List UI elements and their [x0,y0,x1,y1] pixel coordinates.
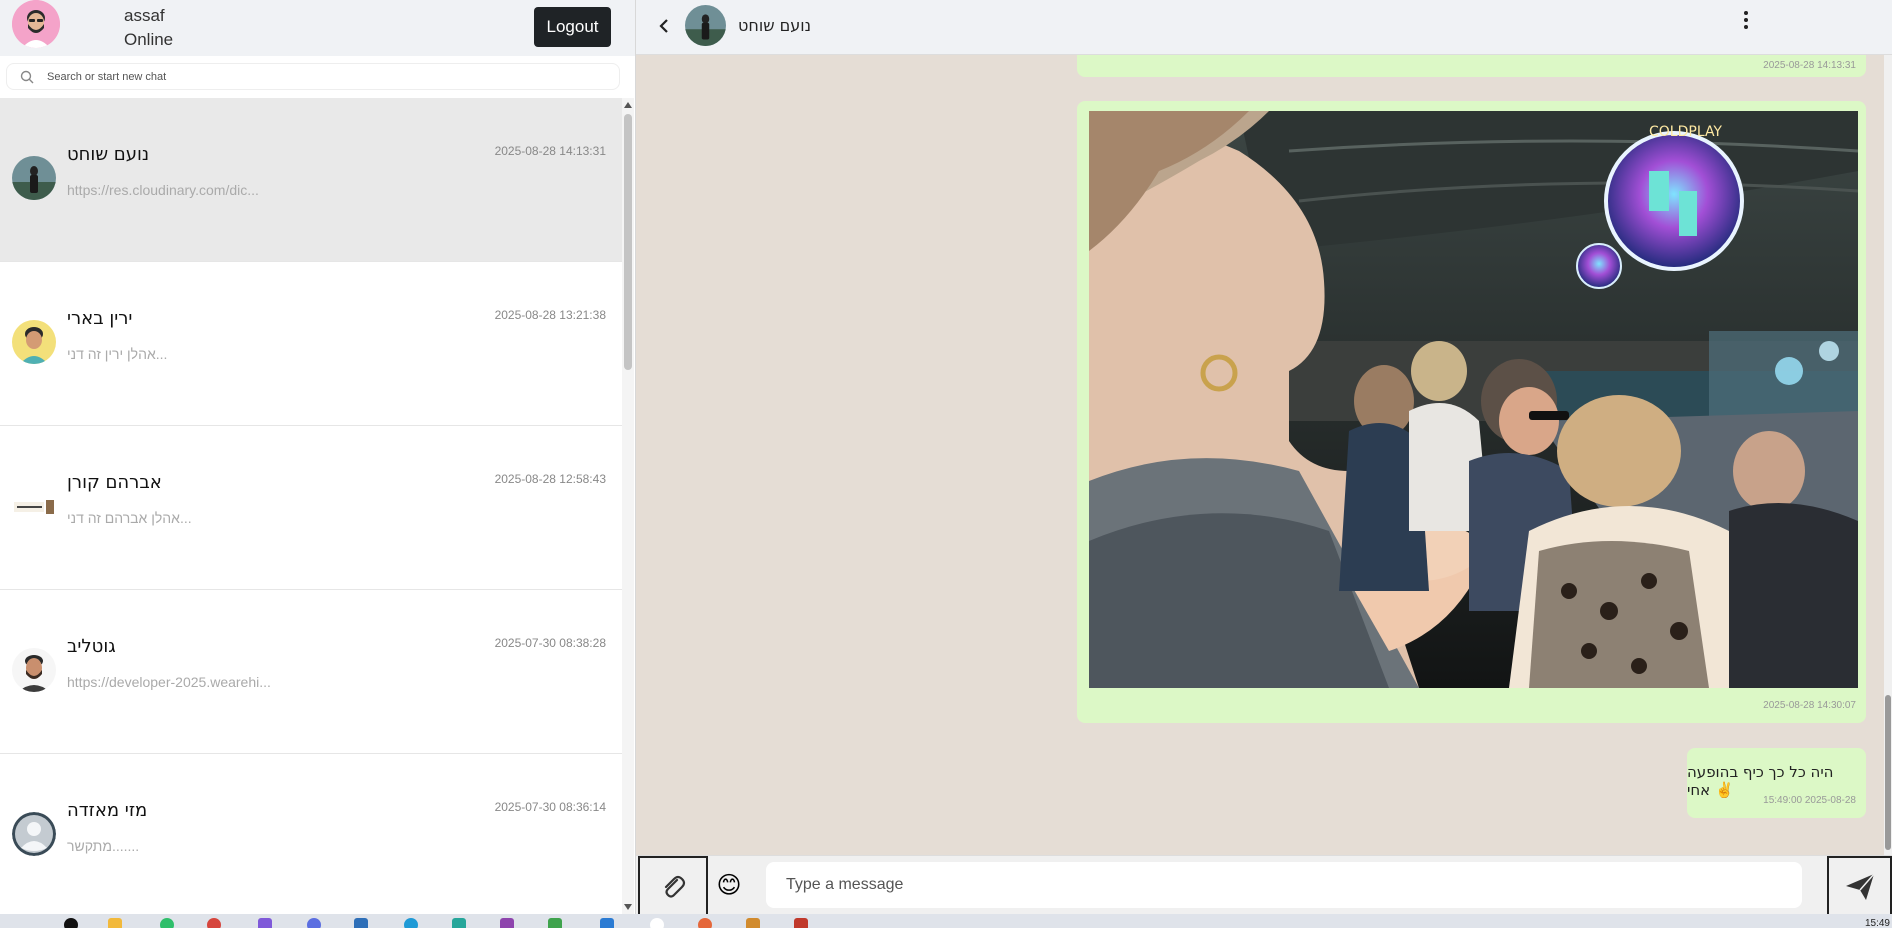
more-options-icon[interactable] [1734,6,1758,34]
svg-text:COLDPLAY: COLDPLAY [1649,124,1722,140]
chat-app: assaf Online Logout Search or start new … [0,0,1892,917]
chat-list-item[interactable]: גוטליב 2025-07-30 08:38:28 https://devel… [0,590,622,754]
chat-list-item[interactable]: מזי מאזדה 2025-07-30 08:36:14 מתקשר.....… [0,754,622,914]
contact-name: נועם שוחט [738,16,812,35]
taskbar-app-icon[interactable] [404,918,418,928]
scroll-up-arrow[interactable] [624,102,632,108]
taskbar-clock: 15:49 [1864,918,1890,928]
taskbar-app-icon[interactable] [650,918,664,928]
message-bubble: 2025-08-28 14:13:31 [1077,55,1866,77]
message-time: 15:49:00 2025-08-28 [1763,795,1856,806]
chat-preview: מתקשר....... [67,838,140,854]
message-image[interactable]: COLDPLAY [1089,111,1858,688]
message-composer: 😊 [636,855,1892,917]
chat-name: אברהם קורן [67,472,162,493]
taskbar-app-icon[interactable] [307,918,321,928]
chat-time: 2025-07-30 08:38:28 [494,636,606,650]
taskbar-app-icon[interactable] [500,918,514,928]
taskbar-app-icon[interactable] [548,918,562,928]
message-bubble: COLDPLAY 2025-08-28 14:30:07 [1077,101,1866,723]
chat-list-scrollbar[interactable] [622,98,634,914]
chat-preview: https://developer-2025.wearehi... [67,674,271,690]
chat-time: 2025-08-28 13:21:38 [494,308,606,322]
logout-button[interactable]: Logout [534,7,611,47]
avatar [12,156,56,200]
menu-dot [1744,25,1748,29]
avatar[interactable] [12,0,60,48]
chat-preview: אהלן אברהם זה דני... [67,510,192,526]
scroll-thumb[interactable] [624,114,632,370]
chat-time: 2025-08-28 12:58:43 [494,472,606,486]
send-icon [1845,873,1875,900]
os-taskbar: 15:49 [0,914,1892,928]
taskbar-app-icon[interactable] [746,918,760,928]
chat-list-item[interactable]: ירין בארי 2025-08-28 13:21:38 אהלן ירין … [0,262,622,426]
scroll-thumb[interactable] [1885,695,1891,850]
chat-name: גוטליב [67,636,116,657]
taskbar-app-icon[interactable] [698,918,712,928]
chat-time: 2025-08-28 14:13:31 [494,144,606,158]
search-input[interactable] [47,70,607,83]
chat-list: נועם שוחט 2025-08-28 14:13:31 https://re… [0,98,622,914]
taskbar-app-icon[interactable] [600,918,614,928]
chat-time: 2025-07-30 08:36:14 [494,800,606,814]
message-input[interactable] [766,862,1802,908]
search-icon [7,70,47,84]
sidebar: assaf Online Logout Search or start new … [0,0,636,914]
search-bar [6,63,620,90]
user-status: Online [124,30,174,49]
conversation-pane: נועם שוחט 2025-08-28 14:13:31 COLDPLAY 2… [636,0,1892,917]
avatar [12,320,56,364]
avatar [12,648,56,692]
taskbar-app-icon[interactable] [794,918,808,928]
message-time: 2025-08-28 14:30:07 [1763,700,1856,711]
taskbar-app-icon[interactable] [108,918,122,928]
menu-dot [1744,11,1748,15]
message-bubble: היה כל כך כיף בהופעה אחי ✌️ 15:49:00 202… [1687,748,1866,818]
avatar[interactable] [685,5,726,46]
back-button[interactable] [650,12,678,40]
message-list: 2025-08-28 14:13:31 COLDPLAY 2025-08-28 … [636,55,1892,855]
chat-name: ירין בארי [67,308,133,329]
scroll-down-arrow[interactable] [624,904,632,910]
chat-preview: https://res.cloudinary.com/dic... [67,182,259,198]
taskbar-app-icon[interactable] [160,918,174,928]
user-name: assaf [124,6,165,25]
chat-list-item[interactable]: אברהם קורן 2025-08-28 12:58:43 אהלן אברה… [0,426,622,590]
taskbar-app-icon[interactable] [64,918,78,928]
sidebar-header: assaf Online Logout [0,0,635,56]
conversation-header: נועם שוחט [636,0,1892,55]
menu-dot [1744,18,1748,22]
chat-list-item[interactable]: נועם שוחט 2025-08-28 14:13:31 https://re… [0,98,622,262]
avatar [12,812,56,856]
chevron-left-icon [659,19,668,33]
emoji-button[interactable]: 😊 [714,870,744,900]
taskbar-app-icon[interactable] [207,918,221,928]
send-button[interactable] [1827,856,1892,917]
avatar [12,484,56,528]
chat-preview: אהלן ירין זה דני... [67,346,168,362]
conversation-scrollbar[interactable] [1884,55,1892,855]
chat-name: מזי מאזדה [67,800,148,821]
paperclip-icon [664,875,686,898]
taskbar-app-icon[interactable] [452,918,466,928]
chat-name: נועם שוחט [67,144,150,165]
message-text: היה כל כך כיף בהופעה אחי ✌️ [1687,763,1834,799]
taskbar-app-icon[interactable] [258,918,272,928]
taskbar-app-icon[interactable] [354,918,368,928]
message-time: 2025-08-28 14:13:31 [1763,60,1856,71]
attach-button[interactable] [638,856,708,917]
